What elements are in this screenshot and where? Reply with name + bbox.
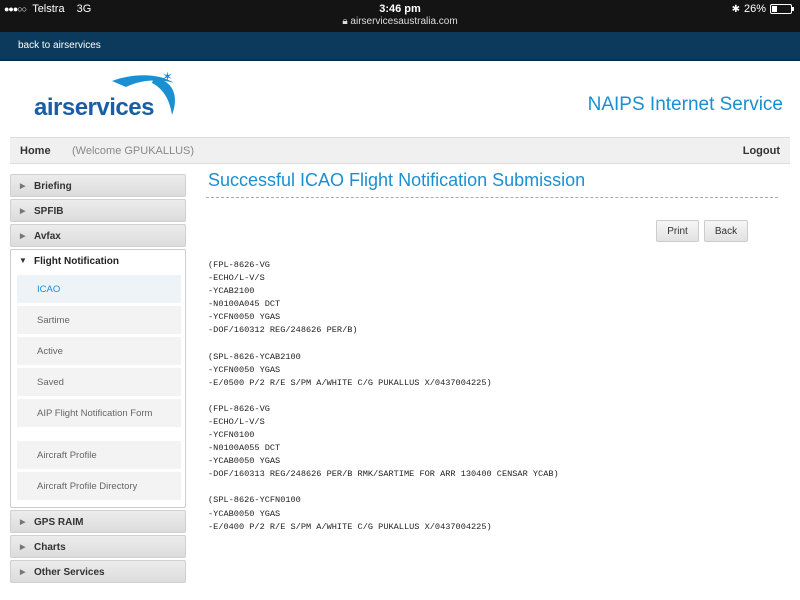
main-navbar: Home (Welcome GPUKALLUS) Logout xyxy=(10,137,790,164)
back-button[interactable]: Back xyxy=(704,220,748,242)
airservices-logo[interactable]: ✶ airservices xyxy=(34,67,194,127)
flight-message-line: -YCAB2100 xyxy=(208,286,255,297)
sidebar-subitem-aircraft-profile-directory[interactable]: Aircraft Profile Directory xyxy=(17,472,181,500)
sidebar-item-other-services[interactable]: ▶ Other Services xyxy=(10,560,186,583)
flight-message-line: (SPL-8626-YCAB2100 xyxy=(208,351,301,362)
flight-message-line: -E/0500 P/2 R/E S/PM A/WHITE C/G PUKALLU… xyxy=(208,377,492,388)
svg-text:✶: ✶ xyxy=(162,70,173,85)
sidebar-subitem-label: AIP Flight Notification Form xyxy=(37,408,153,419)
home-link[interactable]: Home xyxy=(20,145,51,157)
flight-message-block: (FPL-8626-VG -ECHO/L-V/S -YCFN0100 -N0100A0… xyxy=(208,403,559,482)
flight-message-line: -N0100A055 DCT xyxy=(208,443,281,454)
collapsed-arrow-icon: ▶ xyxy=(20,233,26,240)
top-link-bar: back to airservices xyxy=(0,32,800,61)
flight-message-block: (SPL-8626-YCFN0100 -YCAB0050 YGAS -E/0400 … xyxy=(208,494,559,533)
sidebar-subitem-active[interactable]: Active xyxy=(17,337,181,365)
sidebar-item-briefing[interactable]: ▶ Briefing xyxy=(10,174,186,197)
flight-message-line: -YCAB0050 YGAS xyxy=(208,508,281,519)
site-header: ✶ airservices NAIPS Internet Service xyxy=(0,61,800,137)
expanded-arrow-icon: ▼ xyxy=(19,256,27,265)
flight-message-line: -E/0400 P/2 R/E S/PM A/WHITE C/G PUKALLU… xyxy=(208,521,492,532)
flight-message-block: (SPL-8626-YCAB2100 -YCFN0050 YGAS -E/0500 … xyxy=(208,351,559,390)
flight-message-line: (FPL-8626-VG xyxy=(208,260,270,270)
battery-fill xyxy=(772,6,777,12)
sidebar-item-label: Charts xyxy=(34,542,66,553)
sidebar-item-gps-raim[interactable]: ▶ GPS RAIM xyxy=(10,510,186,533)
sidebar-subitem-sartime[interactable]: Sartime xyxy=(17,306,181,334)
address-url: airservicesaustralia.com xyxy=(350,16,458,27)
sidebar-item-flight-notification[interactable]: ▼ Flight Notification xyxy=(11,250,185,272)
flight-message-line: -YCAB0050 YGAS xyxy=(208,456,281,467)
main-content: Successful ICAO Flight Notification Subm… xyxy=(206,170,780,532)
logo-wordmark: airservices xyxy=(34,94,154,121)
print-button[interactable]: Print xyxy=(656,220,699,242)
flight-message-line: -DOF/160313 REG/248626 PER/B RMK/SARTIME… xyxy=(208,469,559,480)
sidebar-item-label: GPS RAIM xyxy=(34,517,84,528)
lock-icon: 🔒︎ xyxy=(342,16,348,27)
sidebar-subitem-label: Active xyxy=(37,346,63,357)
sidebar-item-avfax[interactable]: ▶ Avfax xyxy=(10,224,186,247)
sidebar-subitem-label: Aircraft Profile xyxy=(37,450,97,461)
flight-message-line: -YCFN0050 YGAS xyxy=(208,364,281,375)
action-buttons: Print Back xyxy=(656,220,748,242)
sidebar-subitem-aip-form[interactable]: AIP Flight Notification Form xyxy=(17,399,181,427)
back-to-airservices-link[interactable]: back to airservices xyxy=(18,40,101,51)
sidebar-subitem-label: ICAO xyxy=(37,284,61,295)
sidebar-subitem-label: Saved xyxy=(37,377,64,388)
flight-message-block: (FPL-8626-VG -ECHO/L-V/S -YCAB2100 -N0100A0… xyxy=(208,259,559,338)
collapsed-arrow-icon: ▶ xyxy=(20,208,26,215)
collapsed-arrow-icon: ▶ xyxy=(20,519,26,526)
sidebar-item-label: Other Services xyxy=(34,567,105,578)
welcome-text: (Welcome GPUKALLUS) xyxy=(72,145,195,157)
sidebar-item-charts[interactable]: ▶ Charts xyxy=(10,535,186,558)
sidebar-subitem-label: Sartime xyxy=(37,315,70,326)
flight-message-line: (SPL-8626-YCFN0100 xyxy=(208,495,301,506)
sidebar-subitem-icao[interactable]: ICAO xyxy=(17,275,181,303)
collapsed-arrow-icon: ▶ xyxy=(20,183,26,190)
sidebar-subitem-aircraft-profile[interactable]: Aircraft Profile xyxy=(17,441,181,469)
sidebar-subitem-saved[interactable]: Saved xyxy=(17,368,181,396)
flight-message-line: (FPL-8626-VG xyxy=(208,403,270,414)
flight-message-line: -ECHO/L-V/S xyxy=(208,273,265,284)
title-divider xyxy=(206,197,778,198)
service-title: NAIPS Internet Service xyxy=(587,94,783,115)
sidebar: ▶ Briefing ▶ SPFIB ▶ Avfax ▼ Flight Noti… xyxy=(10,174,186,585)
sidebar-item-label: Flight Notification xyxy=(34,256,119,267)
flight-message-line: -ECHO/L-V/S xyxy=(208,416,265,427)
ios-status-bar: ●●●○○ Telstra 3G 3:46 pm 🔒︎ airservicesa… xyxy=(0,0,800,32)
sidebar-item-label: Briefing xyxy=(34,181,72,192)
sidebar-subitem-label: Aircraft Profile Directory xyxy=(37,481,138,492)
logout-link[interactable]: Logout xyxy=(743,145,780,157)
sidebar-section-flight-notification: ▼ Flight Notification ICAO Sartime Activ… xyxy=(10,249,186,508)
address-bar[interactable]: 🔒︎ airservicesaustralia.com xyxy=(0,16,800,27)
flight-message-line: -YCFN0100 xyxy=(208,430,255,441)
flight-message-line: -N0100A045 DCT xyxy=(208,299,281,310)
flight-message-line: -DOF/160312 REG/248626 PER/B) xyxy=(208,325,358,336)
flight-message-line: -YCFN0050 YGAS xyxy=(208,312,281,323)
status-center: 3:46 pm 🔒︎ airservicesaustralia.com xyxy=(0,3,800,27)
collapsed-arrow-icon: ▶ xyxy=(20,544,26,551)
battery-percent: 26% xyxy=(743,3,766,15)
flight-plan-messages: (FPL-8626-VG -ECHO/L-V/S -YCAB2100 -N0100A0… xyxy=(208,259,559,547)
status-right: ✱ 26% xyxy=(731,3,794,15)
page-title: Successful ICAO Flight Notification Subm… xyxy=(208,170,586,190)
clock: 3:46 pm xyxy=(379,3,421,15)
bluetooth-icon: ✱ xyxy=(731,3,740,15)
sidebar-item-label: Avfax xyxy=(34,231,61,242)
sidebar-item-spfib[interactable]: ▶ SPFIB xyxy=(10,199,186,222)
sidebar-item-label: SPFIB xyxy=(34,206,64,217)
battery-icon xyxy=(770,4,794,14)
collapsed-arrow-icon: ▶ xyxy=(20,569,26,576)
